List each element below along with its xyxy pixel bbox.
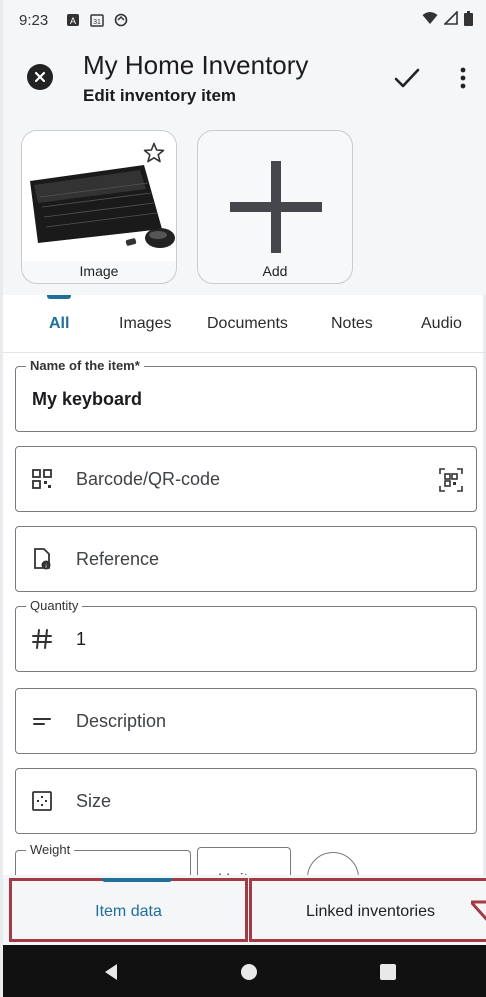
tab-audio[interactable]: Audio: [421, 315, 462, 333]
more-vert-icon[interactable]: [455, 62, 471, 94]
nav-linked-inventories[interactable]: Linked inventories: [249, 878, 486, 942]
reference-placeholder: Reference: [76, 549, 160, 569]
qr-scan-icon[interactable]: [438, 467, 464, 493]
image-card[interactable]: Image: [21, 130, 177, 284]
size-field[interactable]: Size: [15, 768, 477, 834]
bottom-navigation: Item data Linked inventories: [3, 875, 486, 945]
add-image-card[interactable]: Add: [197, 130, 353, 284]
svg-text:31: 31: [93, 19, 101, 26]
calendar-31-icon: 31: [90, 13, 104, 27]
app-bar: My Home Inventory Edit inventory item: [3, 40, 486, 120]
sync-icon: [114, 13, 128, 27]
app-screen: 9:23 A 31 My Home Inventory Edit invento…: [0, 0, 486, 997]
short-text-icon: [30, 709, 54, 733]
size-box-icon: [30, 789, 54, 813]
notification-a-icon: A: [66, 13, 80, 27]
page-title: My Home Inventory: [83, 50, 309, 80]
check-icon[interactable]: [391, 62, 423, 94]
tab-images[interactable]: Images: [119, 315, 171, 333]
item-name-value[interactable]: My keyboard: [32, 389, 142, 410]
add-plus-icon: [198, 131, 352, 261]
description-placeholder: Description: [76, 711, 167, 731]
hash-icon: [30, 627, 54, 651]
size-placeholder: Size: [76, 791, 112, 811]
wifi-icon: [422, 11, 438, 29]
barcode-placeholder: Barcode/QR-code: [76, 469, 221, 489]
weight-label: Weight: [26, 842, 75, 857]
page-subtitle: Edit inventory item: [83, 86, 237, 105]
close-icon[interactable]: [27, 64, 53, 90]
tab-notes[interactable]: Notes: [331, 315, 373, 333]
tab-all[interactable]: All: [49, 315, 69, 333]
quantity-value[interactable]: 1: [76, 629, 86, 650]
system-navigation-bar: [3, 945, 486, 997]
svg-text:A: A: [70, 16, 76, 26]
qr-code-icon: [30, 467, 54, 491]
image-strip: Image Add: [3, 120, 486, 295]
nav-active-indicator: [102, 878, 172, 882]
document-reference-icon: i: [30, 547, 54, 571]
quantity-field[interactable]: Quantity 1: [15, 598, 477, 672]
tab-indicator: [47, 295, 71, 299]
recents-icon[interactable]: [380, 964, 396, 980]
barcode-field[interactable]: Barcode/QR-code: [15, 446, 477, 512]
svg-text:i: i: [45, 564, 46, 570]
signal-icon: [443, 10, 458, 29]
status-time: 9:23: [19, 11, 49, 29]
star-icon[interactable]: [142, 141, 166, 165]
description-field[interactable]: Description: [15, 688, 477, 754]
status-bar: 9:23 A 31: [3, 0, 486, 40]
attachment-tabs: All Images Documents Notes Audio: [3, 295, 486, 353]
add-card-label: Add: [262, 263, 288, 279]
image-card-label: Image: [79, 263, 119, 279]
scroll-arrow-icon: [467, 898, 486, 924]
tab-documents[interactable]: Documents: [207, 315, 288, 333]
home-icon[interactable]: [241, 964, 257, 980]
back-icon[interactable]: [103, 963, 119, 981]
battery-icon: [464, 10, 473, 30]
nav-linked-inventories-label: Linked inventories: [306, 903, 435, 920]
quantity-label: Quantity: [26, 598, 83, 613]
item-name-label: Name of the item*: [26, 358, 144, 373]
reference-field[interactable]: i Reference: [15, 526, 477, 592]
nav-item-data[interactable]: Item data: [9, 878, 248, 942]
nav-item-data-label: Item data: [95, 903, 162, 920]
item-name-field[interactable]: Name of the item* My keyboard: [15, 358, 477, 432]
